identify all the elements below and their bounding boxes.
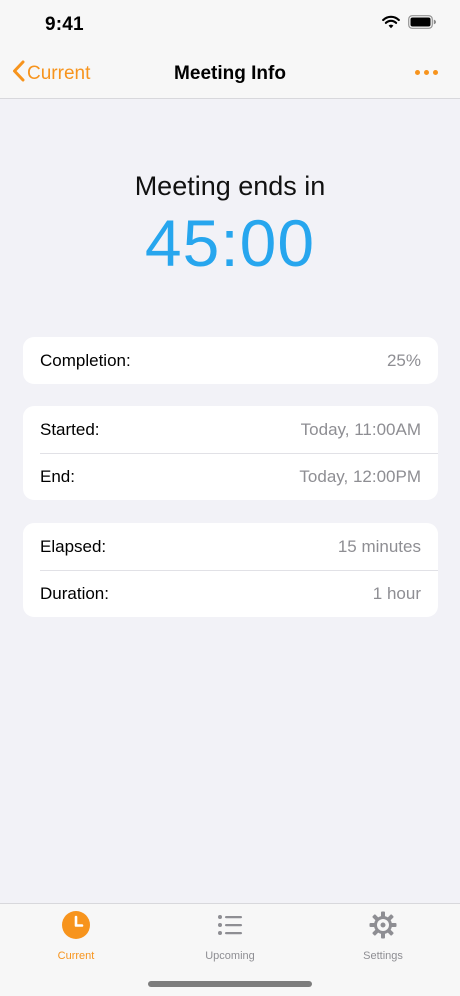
tab-label: Upcoming — [205, 950, 255, 962]
more-button[interactable] — [413, 62, 440, 83]
status-time: 9:41 — [45, 14, 84, 35]
page-title: Meeting Info — [174, 63, 286, 84]
countdown-label: Meeting ends in — [134, 171, 326, 201]
more-icon-dot — [424, 70, 429, 75]
home-indicator — [148, 981, 312, 987]
info-row-started: Started: Today, 11:00AM — [23, 406, 438, 453]
gear-icon — [368, 910, 398, 945]
tab-label: Settings — [363, 950, 403, 962]
time-card: Elapsed: 15 minutes Duration: 1 hour — [23, 523, 438, 617]
row-value: Today, 11:00AM — [300, 419, 421, 439]
info-row-completion: Completion: 25% — [23, 337, 438, 384]
info-row-end: End: Today, 12:00PM — [23, 453, 438, 500]
countdown-timer: 45:00 — [144, 206, 316, 280]
info-row-duration: Duration: 1 hour — [23, 570, 438, 617]
row-label: Duration: — [40, 583, 109, 603]
row-value: Today, 12:00PM — [299, 466, 421, 486]
wifi-icon — [382, 15, 400, 34]
more-icon-dot — [433, 70, 438, 75]
row-label: Completion: — [40, 350, 131, 370]
tab-settings[interactable]: Settings — [323, 910, 443, 962]
more-icon-dot — [415, 70, 420, 75]
completion-card: Completion: 25% — [23, 337, 438, 384]
info-row-elapsed: Elapsed: 15 minutes — [23, 523, 438, 570]
tab-label: Current — [57, 950, 95, 962]
list-icon — [215, 910, 245, 945]
tab-upcoming[interactable]: Upcoming — [170, 910, 290, 962]
status-icons — [382, 15, 436, 34]
row-value: 15 minutes — [337, 536, 421, 556]
status-bar: 9:41 — [0, 0, 460, 50]
tab-current[interactable]: Current — [16, 910, 136, 962]
navigation-bar: Current Meeting Info — [0, 50, 460, 99]
row-label: End: — [40, 466, 75, 486]
schedule-card: Started: Today, 11:00AM End: Today, 12:0… — [23, 406, 438, 500]
row-value: 25% — [386, 350, 421, 370]
row-value: 1 hour — [372, 583, 421, 603]
clock-icon — [61, 910, 91, 945]
row-label: Started: — [40, 419, 100, 439]
row-label: Elapsed: — [40, 536, 107, 556]
battery-icon — [408, 15, 436, 34]
